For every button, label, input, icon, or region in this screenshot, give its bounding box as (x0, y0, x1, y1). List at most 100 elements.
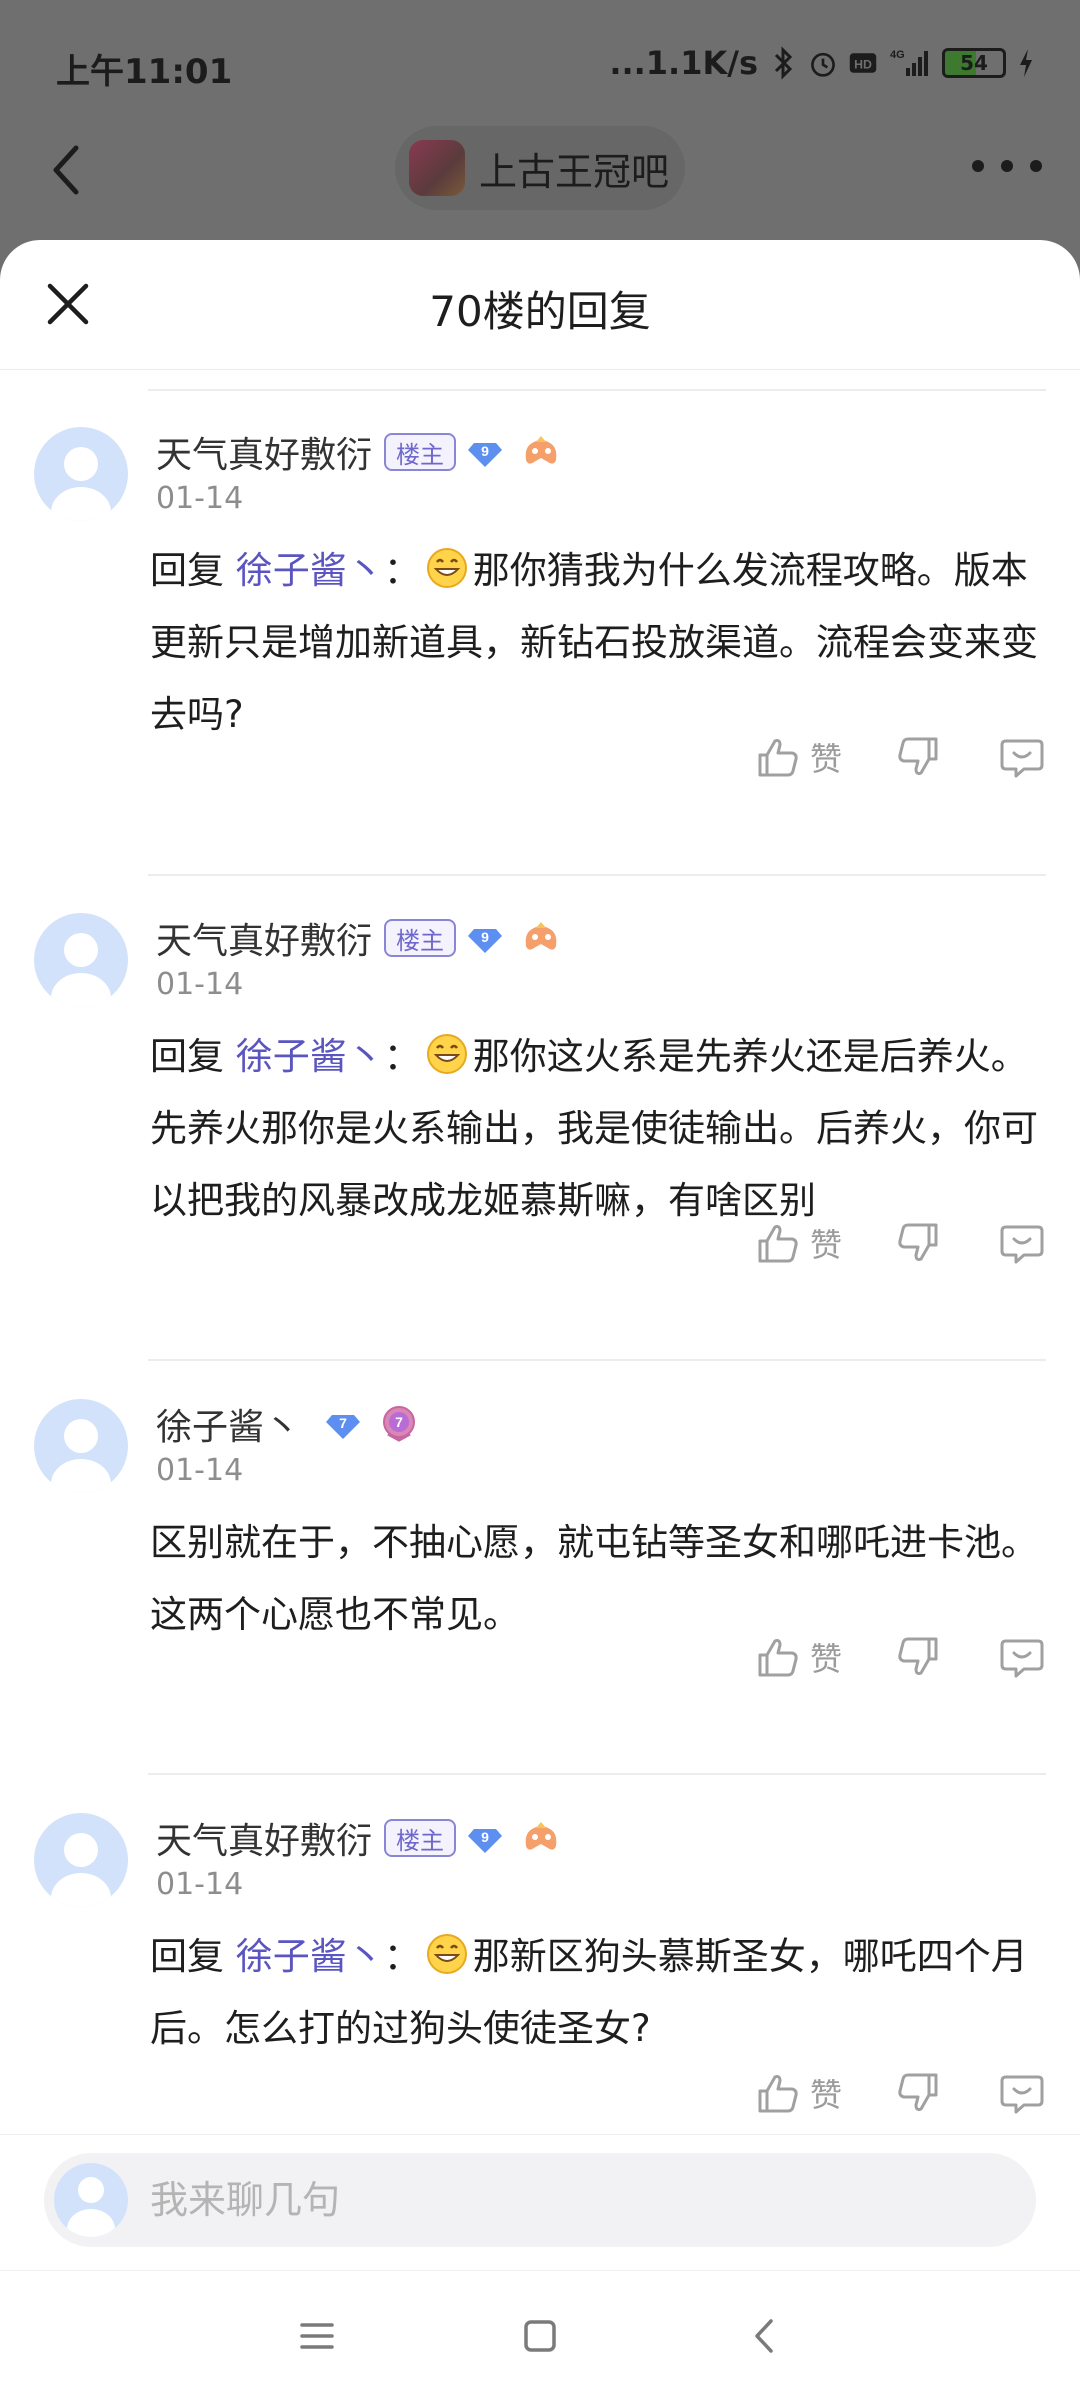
menu-icon[interactable] (292, 2311, 342, 2361)
divider (148, 1359, 1046, 1361)
like-button[interactable]: 赞 (754, 1633, 842, 1681)
grin-emoji-icon (426, 1934, 467, 1974)
home-icon[interactable] (515, 2311, 565, 2361)
game-medal-icon (525, 436, 557, 464)
reply-actions: 赞 (754, 1213, 1046, 1273)
thumbs-down-button[interactable] (894, 2069, 942, 2117)
forum-avatar (409, 140, 465, 196)
reply-item: 天气真好敷衍 楼主 9 01-14 回复 徐子酱丶： 那你这火系是先养火还是后养火… (0, 913, 1080, 1333)
thumbs-down-button[interactable] (894, 1219, 942, 1267)
more-menu-button[interactable] (972, 146, 1042, 186)
avatar[interactable] (34, 1813, 128, 1907)
thumbs-up-icon (758, 1639, 798, 1677)
reply-item: 天气真好敷衍 楼主 9 01-14 回复 徐子酱丶： 那你猜我为什么发流程攻略。版… (0, 427, 1080, 847)
diamond-level-icon: 9 (468, 929, 503, 953)
svg-text:7: 7 (339, 1415, 347, 1431)
sheet-title: 70楼的回复 (429, 287, 651, 336)
reply-actions: 赞 (754, 2063, 1046, 2123)
like-label: 赞 (809, 1640, 842, 1678)
reply-actions: 赞 (754, 1627, 1046, 1687)
mention-link[interactable]: 徐子酱丶 (236, 549, 384, 592)
reply-prefix: 回复 (150, 549, 224, 592)
mention-link[interactable]: 徐子酱丶 (236, 1935, 384, 1978)
divider (148, 1773, 1046, 1775)
hd-icon: HD (849, 53, 877, 73)
divider (148, 874, 1046, 876)
level-medal-icon: 7 (383, 1406, 416, 1442)
owner-badge: 楼主 (384, 919, 457, 957)
more-dot-icon (972, 160, 984, 172)
status-icons: ...1.1K/s HD 4G 54 (609, 44, 1036, 82)
divider (148, 389, 1046, 391)
svg-text:9: 9 (481, 1829, 489, 1845)
username[interactable]: 天气真好敷衍 (156, 912, 372, 964)
reply-content: 回复 徐子酱丶： 那你猜我为什么发流程攻略。版本更新只是增加新道具，新钻石投放渠道… (150, 535, 1050, 751)
network-speed: ...1.1K/s (609, 44, 758, 82)
like-button[interactable]: 赞 (754, 1219, 842, 1267)
status-bar: 上午11:01 ...1.1K/s HD 4G 54 (0, 0, 1080, 128)
more-dot-icon (1030, 160, 1042, 172)
username[interactable]: 天气真好敷衍 (156, 426, 372, 478)
thumbs-up-icon (758, 739, 798, 777)
thumbs-up-icon (758, 2075, 798, 2113)
user-line: 天气真好敷衍 楼主 9 (156, 913, 562, 963)
reply-actions: 赞 (754, 727, 1046, 787)
reply-content: 回复 徐子酱丶： 那你这火系是先养火还是后养火。先养火那你是火系输出，我是使徒输出… (150, 1021, 1050, 1237)
user-line: 天气真好敷衍 楼主 9 (156, 427, 562, 477)
comment-input-pill[interactable] (44, 2153, 1036, 2247)
reply-prefix: 回复 (150, 1035, 224, 1078)
alarm-icon (811, 52, 835, 77)
like-button[interactable]: 赞 (754, 733, 842, 781)
signal-icon: 4G (890, 49, 928, 76)
user-line: 天气真好敷衍 楼主 9 (156, 1813, 562, 1863)
forum-pill[interactable]: 上古王冠吧 (395, 126, 685, 210)
battery-icon: 54 (942, 48, 1006, 78)
comment-button[interactable] (998, 2069, 1046, 2117)
svg-text:9: 9 (481, 443, 489, 459)
charging-icon (1020, 49, 1032, 77)
system-nav-bar (0, 2270, 1080, 2400)
reply-date: 01-14 (156, 1453, 244, 1488)
user-line: 徐子酱丶 7 7 (156, 1399, 420, 1449)
comment-button[interactable] (998, 1633, 1046, 1681)
diamond-level-icon: 9 (468, 1829, 503, 1853)
avatar[interactable] (34, 427, 128, 521)
owner-badge: 楼主 (384, 1819, 457, 1857)
sheet-header: 70楼的回复 (0, 240, 1080, 370)
reply-content: 回复 徐子酱丶： 那新区狗头慕斯圣女，哪吒四个月后。怎么打的过狗头使徒圣女? (150, 1921, 1050, 2065)
top-nav: 上古王冠吧 (0, 120, 1080, 240)
forum-name: 上古王冠吧 (479, 149, 670, 194)
thumbs-down-button[interactable] (894, 733, 942, 781)
reply-item: 天气真好敷衍 楼主 9 01-14 回复 徐子酱丶： 那新区狗头慕斯圣女，哪吒四个… (0, 1813, 1080, 2131)
owner-badge: 楼主 (384, 433, 457, 471)
reply-list[interactable]: 天气真好敷衍 楼主 9 01-14 回复 徐子酱丶： 那你猜我为什么发流程攻略。版… (0, 371, 1080, 2131)
comment-input[interactable] (150, 2178, 850, 2222)
back-button[interactable] (40, 134, 96, 206)
battery-level: 54 (960, 51, 988, 75)
diamond-level-icon: 7 (326, 1415, 361, 1439)
reply-date: 01-14 (156, 967, 244, 1002)
diamond-level-icon: 9 (468, 443, 503, 467)
my-avatar (54, 2163, 128, 2237)
game-medal-icon (525, 922, 557, 950)
comment-button[interactable] (998, 1219, 1046, 1267)
game-medal-icon (525, 1822, 557, 1850)
reply-prefix: 回复 (150, 1935, 224, 1978)
like-button[interactable]: 赞 (754, 2069, 842, 2117)
status-time: 上午11:01 (56, 52, 233, 92)
like-label: 赞 (809, 2076, 842, 2114)
thumbs-down-button[interactable] (894, 1633, 942, 1681)
thumbs-up-icon (758, 1225, 798, 1263)
comment-button[interactable] (998, 733, 1046, 781)
mention-link[interactable]: 徐子酱丶 (236, 1035, 384, 1078)
username[interactable]: 天气真好敷衍 (156, 1812, 372, 1864)
more-dot-icon (1001, 160, 1013, 172)
bluetooth-icon (774, 46, 793, 80)
username[interactable]: 徐子酱丶 (156, 1398, 300, 1450)
system-back-icon[interactable] (740, 2311, 790, 2361)
avatar[interactable] (34, 913, 128, 1007)
avatar[interactable] (34, 1399, 128, 1493)
reply-date: 01-14 (156, 1867, 244, 1902)
reply-separator: ： (383, 1935, 421, 1978)
reply-sheet: 70楼的回复 天气真好敷衍 楼主 9 01-14 回复 徐子酱丶： 那你猜我为什么… (0, 240, 1080, 2400)
